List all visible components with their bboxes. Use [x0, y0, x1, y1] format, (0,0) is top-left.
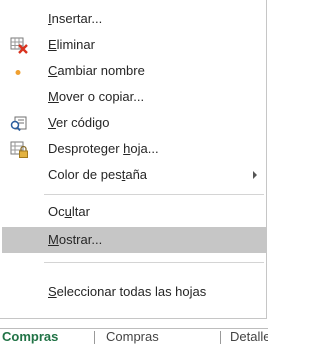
tab-divider [94, 331, 95, 344]
menu-item-label: Mover o copiar... [48, 89, 145, 104]
sheet-context-menu: Insertar... Eliminar Cambiar nombre Move… [0, 0, 267, 319]
menu-item-insert[interactable]: Insertar... [0, 6, 264, 32]
sheet-tab[interactable]: Compras [2, 329, 58, 345]
unprotect-sheet-icon [10, 141, 28, 158]
tab-divider [220, 331, 221, 344]
menu-item-hide[interactable]: Ocultar [0, 199, 264, 225]
menu-item-label: Mostrar... [48, 232, 103, 247]
sheet-tab[interactable]: Detalle [230, 329, 268, 345]
menu-item-label: Cambiar nombre [48, 63, 145, 78]
menu-item-unhide[interactable]: Mostrar... [2, 227, 266, 253]
bullet-icon [10, 63, 26, 79]
menu-item-label: Ver código [48, 115, 110, 130]
menu-item-move-copy[interactable]: Mover o copiar... [0, 84, 264, 110]
menu-item-label: Seleccionar todas las hojas [48, 284, 207, 299]
menu-item-label: Color de pestaña [48, 167, 148, 182]
submenu-arrow-icon [253, 171, 257, 179]
menu-item-delete[interactable]: Eliminar [0, 32, 264, 58]
menu-item-unprotect-sheet[interactable]: Desproteger hoja... [0, 136, 264, 162]
menu-item-rename[interactable]: Cambiar nombre [0, 58, 264, 84]
menu-item-tab-color[interactable]: Color de pestaña [0, 162, 264, 188]
sheet-tab-bar: Compras Compras Detalle [0, 328, 268, 346]
sheet-tab[interactable]: Compras [106, 329, 159, 345]
view-code-icon [10, 115, 27, 132]
menu-item-label: Ocultar [48, 204, 90, 219]
menu-item-select-all-sheets[interactable]: Seleccionar todas las hojas [0, 279, 264, 305]
delete-sheet-icon [10, 37, 28, 54]
menu-item-label: Insertar... [48, 11, 103, 26]
menu-item-view-code[interactable]: Ver código [0, 110, 264, 136]
menu-separator [44, 194, 264, 195]
menu-item-label: Desproteger hoja... [48, 141, 159, 156]
menu-item-label: Eliminar [48, 37, 95, 52]
menu-separator [44, 262, 264, 263]
